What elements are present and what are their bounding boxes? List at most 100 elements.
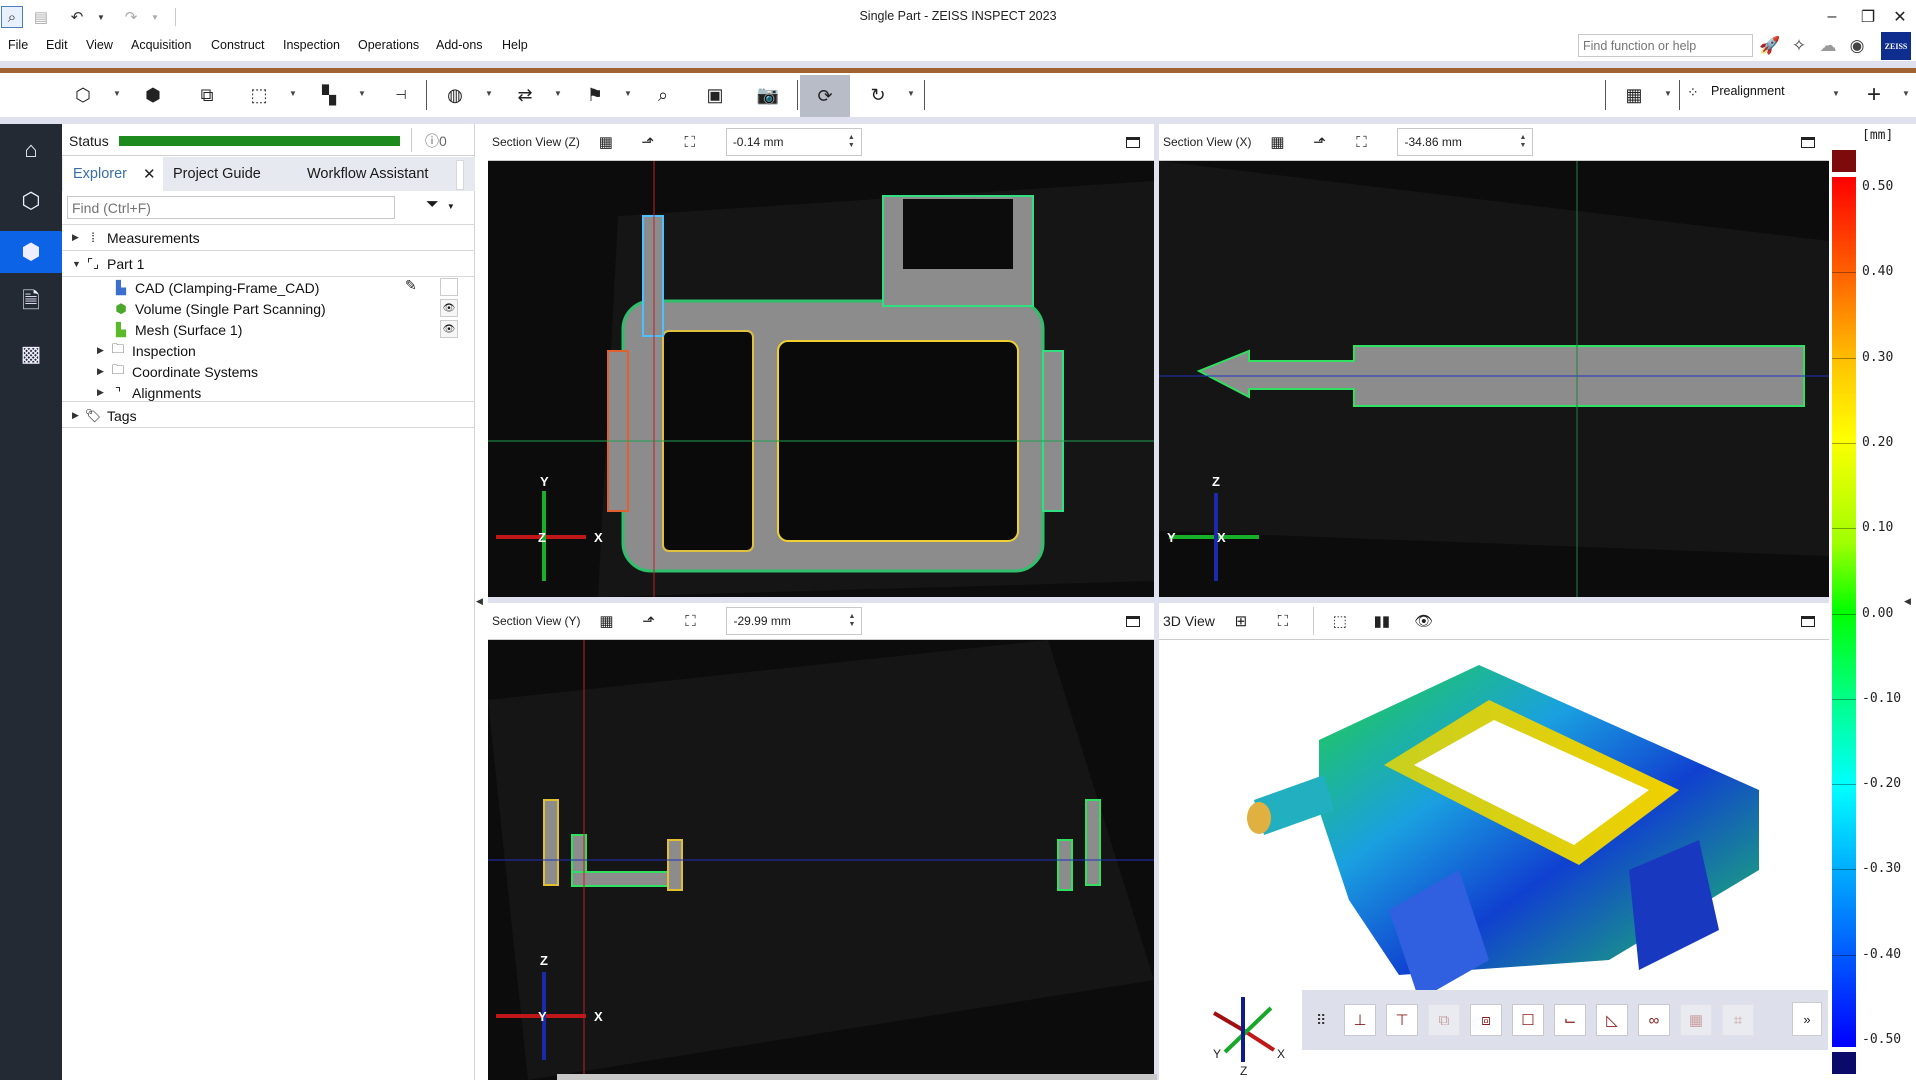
stepper-arrows-icon[interactable]: ▲ ▼ (1520, 134, 1527, 150)
select-rectangle-button[interactable]: ⬚ (1328, 609, 1352, 633)
menu-edit[interactable]: Edit (46, 38, 68, 52)
frame-corner-button[interactable]: ⌙ (1554, 1004, 1586, 1036)
cad-visibility-toggle[interactable] (440, 278, 458, 296)
cad-import-dropdown[interactable]: ▼ (113, 89, 121, 98)
maximize-view-button[interactable] (1126, 615, 1140, 627)
section-view-z[interactable]: Section View (Z) ▦ ⬏ ⛶ -0.14 mm ▲ ▼ Y Z X (488, 124, 1154, 597)
tab-project-guide[interactable]: Project Guide (163, 157, 271, 191)
screenshot-button[interactable]: 📷 (753, 80, 783, 110)
tree-part-1[interactable]: ▼ ⌜⌟ Part 1 (72, 253, 144, 274)
drag-handle-icon[interactable]: ⠿ (1316, 1012, 1330, 1029)
inspection-button[interactable]: ▚ (314, 80, 344, 110)
alignment-dropdown[interactable]: ▼ (485, 89, 493, 98)
add-button[interactable]: + (1859, 80, 1889, 110)
section-position-stepper[interactable]: -29.99 mm ▲ ▼ (726, 607, 863, 635)
reset-orientation-button[interactable]: ⬏ (636, 130, 660, 154)
explorer-find-input[interactable] (67, 196, 395, 219)
expand-icon[interactable]: ▶ (97, 387, 109, 398)
construct-button[interactable]: ⬚ (244, 80, 274, 110)
add-dropdown[interactable]: ▼ (1902, 89, 1910, 98)
construct-dropdown[interactable]: ▼ (289, 89, 297, 98)
grid-density-button[interactable]: ▦ (594, 130, 618, 154)
expand-frame-button[interactable]: ⌗ (1722, 1004, 1754, 1036)
clipping-plane-button[interactable]: ▮▮ (1370, 609, 1394, 633)
mesh-visibility-toggle[interactable]: 👁 (440, 320, 458, 338)
layout-button[interactable]: ▦ (1619, 80, 1649, 110)
rail-prepare[interactable]: ⬡ (0, 180, 62, 222)
circles-button[interactable]: ∞ (1638, 1004, 1670, 1036)
cad-import-button[interactable]: ⬡ (68, 80, 98, 110)
section-position-stepper[interactable]: -0.14 mm ▲ ▼ (725, 128, 862, 156)
rail-inspect[interactable]: ⬢ (0, 231, 62, 273)
more-tools-button[interactable]: » (1792, 1002, 1822, 1036)
grid-select-button[interactable]: ▦ (1680, 1004, 1712, 1036)
alignment-selector-dropdown[interactable]: ▼ (1832, 89, 1840, 98)
expand-icon[interactable]: ▶ (97, 366, 109, 377)
redo-button[interactable]: ↷ (120, 6, 142, 28)
addons-button[interactable]: ✧ (1786, 34, 1812, 58)
search-button[interactable]: ⌕ (1, 6, 23, 28)
menu-help[interactable]: Help (502, 38, 528, 52)
tree-volume[interactable]: ⬢ Volume (Single Part Scanning) (112, 298, 325, 319)
expand-icon[interactable]: ▶ (72, 410, 84, 421)
filter-button[interactable]: ⏷ ▼ (426, 196, 455, 214)
tab-workflow-assistant[interactable]: Workflow Assistant (297, 157, 438, 191)
menu-addons[interactable]: Add-ons (436, 38, 483, 52)
section-x-canvas[interactable]: Z X Y (1159, 161, 1829, 597)
rail-report[interactable]: 🗎 (0, 282, 62, 324)
section-group-button[interactable]: ⧉ (1428, 1004, 1460, 1036)
collapse-legend-button[interactable]: ◀ (1904, 596, 1911, 607)
collapse-panel-button[interactable]: ◀ (476, 596, 483, 607)
tree-coordinate-systems[interactable]: ▶ 🗀 Coordinate Systems (97, 361, 258, 382)
label-dropdown[interactable]: ▼ (624, 89, 632, 98)
mesh-grid-button[interactable]: ⊞ (1229, 609, 1253, 633)
section-z-canvas[interactable]: Y Z X (488, 161, 1154, 597)
fit-view-button[interactable]: ⛶ (678, 130, 702, 154)
alignment-selector[interactable]: Prealignment (1711, 84, 1785, 98)
find-function-input[interactable] (1578, 34, 1753, 57)
undo-button[interactable]: ↶ (66, 6, 88, 28)
expand-icon[interactable]: ▶ (97, 345, 109, 356)
minimize-button[interactable]: – (1814, 4, 1850, 30)
tree-tags[interactable]: ▶ 🏷 Tags (72, 405, 137, 426)
triangle-ruler-button[interactable]: ◺ (1596, 1004, 1628, 1036)
tree-inspection[interactable]: ▶ 🗀 Inspection (97, 340, 196, 361)
menu-file[interactable]: File (8, 38, 28, 52)
info-messages[interactable]: ⓘ0 (425, 131, 447, 151)
deviation-dropdown[interactable]: ▼ (554, 89, 562, 98)
restore-button[interactable]: ❐ (1850, 4, 1886, 30)
section-view-y[interactable]: Section View (Y) ▦ ⬏ ⛶ -29.99 mm ▲ ▼ Z Y X (488, 603, 1154, 1080)
menu-inspection[interactable]: Inspection (283, 38, 340, 52)
volume-visibility-toggle[interactable]: 👁 (440, 299, 458, 317)
legend-color-bar[interactable] (1832, 177, 1856, 1047)
tree-alignments[interactable]: ▶ ⌝ Alignments (97, 382, 201, 403)
undo-dropdown[interactable]: ▼ (90, 6, 112, 28)
section-y-canvas[interactable]: Z Y X (488, 640, 1154, 1080)
menu-view[interactable]: View (86, 38, 113, 52)
cloud-button[interactable]: ☁ (1815, 34, 1841, 58)
section-view-x[interactable]: Section View (X) ▦ ⬏ ⛶ -34.86 mm ▲ ▼ Z X Y (1159, 124, 1829, 597)
stepper-arrows-icon[interactable]: ▲ ▼ (848, 134, 855, 150)
deviation-button[interactable]: ⇄ (510, 80, 540, 110)
collapse-icon[interactable]: ▼ (72, 259, 84, 269)
volume-button[interactable]: ⬢ (138, 80, 168, 110)
user-account-button[interactable]: ◉ (1844, 34, 1870, 58)
recalculate-button[interactable]: ↻ (863, 80, 893, 110)
horizontal-scrollbar[interactable] (557, 1074, 1157, 1080)
edit-pencil-button[interactable]: ✎ (405, 277, 417, 294)
fit-view-button[interactable]: ⛶ (678, 609, 702, 633)
fit-view-button[interactable]: ⛶ (1271, 609, 1295, 633)
maximize-view-button[interactable] (1126, 136, 1140, 148)
rail-home[interactable]: ⌂ (0, 129, 62, 171)
close-icon[interactable]: ✕ (143, 165, 156, 183)
recalculate-dropdown[interactable]: ▼ (907, 89, 915, 98)
inspection-dropdown[interactable]: ▼ (358, 89, 366, 98)
reset-orientation-button[interactable]: ⬏ (636, 609, 660, 633)
add-view-button[interactable]: ▣ (700, 80, 730, 110)
frame-square-button[interactable]: ☐ (1512, 1004, 1544, 1036)
horizontal-splitter[interactable] (488, 597, 1829, 603)
close-button[interactable]: ✕ (1882, 4, 1916, 30)
rail-analysis[interactable]: ▩ (0, 333, 62, 375)
maximize-view-button[interactable] (1801, 615, 1815, 627)
tab-explorer[interactable]: Explorer ✕ (63, 157, 163, 191)
